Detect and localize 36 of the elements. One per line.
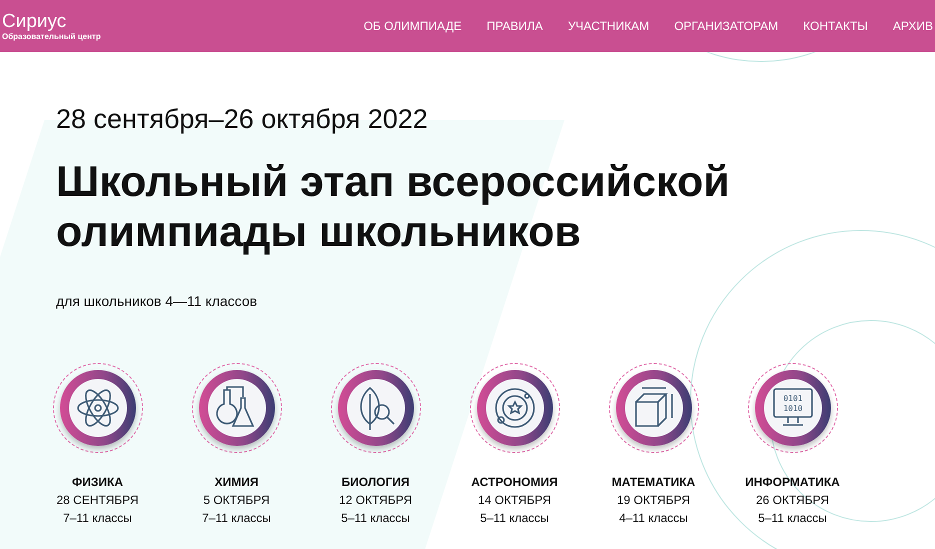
subject-grades: 5–11 классы [341,511,410,525]
subject-grades: 5–11 классы [758,511,827,525]
subject-grades: 7–11 классы [63,511,132,525]
subject-badge[interactable] [192,363,282,453]
date-range: 28 сентября–26 октября 2022 [56,104,429,135]
nav-link[interactable]: АРХИВ [892,19,933,33]
nav-link[interactable]: ПРАВИЛА [486,19,543,33]
subject-badge[interactable]: 0101 1010 [748,363,838,453]
subject-name: ХИМИЯ [214,475,258,489]
subject-grades: 7–11 классы [202,511,271,525]
subject-badge[interactable] [608,363,698,453]
subject-date: 28 СЕНТЯБРЯ [56,493,139,507]
logo-subtitle: Образовательный центр [2,32,101,40]
subject-date: 14 ОКТЯБРЯ [478,493,552,507]
subject-name: АСТРОНОМИЯ [471,475,558,489]
logo-name[interactable]: Сириус [2,12,101,30]
subject-grades: 4–11 классы [619,511,688,525]
subject-badge[interactable] [52,363,142,453]
subject-date: 26 ОКТЯБРЯ [756,493,830,507]
subject-name: БИОЛОГИЯ [341,475,410,489]
nav-link[interactable]: УЧАСТНИКАМ [568,19,650,33]
audience-text: для школьников 4—11 классов [56,293,258,309]
nav-link[interactable]: ОБ ОЛИМПИАДЕ [364,19,462,33]
subject-badge[interactable] [330,363,420,453]
subject-date: 5 ОКТЯБРЯ [203,493,270,507]
nav-link[interactable]: КОНТАКТЫ [803,19,868,33]
star-orbit-icon [492,386,536,430]
subject-name: МАТЕМАТИКА [612,475,696,489]
subject-name: ИНФОРМАТИКА [745,475,840,489]
subject-badge[interactable] [470,363,560,453]
nav-link[interactable]: ОРГАНИЗАТОРАМ [674,19,778,33]
subject-name: ФИЗИКА [72,475,123,489]
subject-date: 12 ОКТЯБРЯ [338,493,412,507]
subject-date: 19 ОКТЯБРЯ [616,493,690,507]
subject-grades: 5–11 классы [480,511,549,525]
page-title: Школьный этап всероссийской олимпиады школьников [56,157,731,257]
